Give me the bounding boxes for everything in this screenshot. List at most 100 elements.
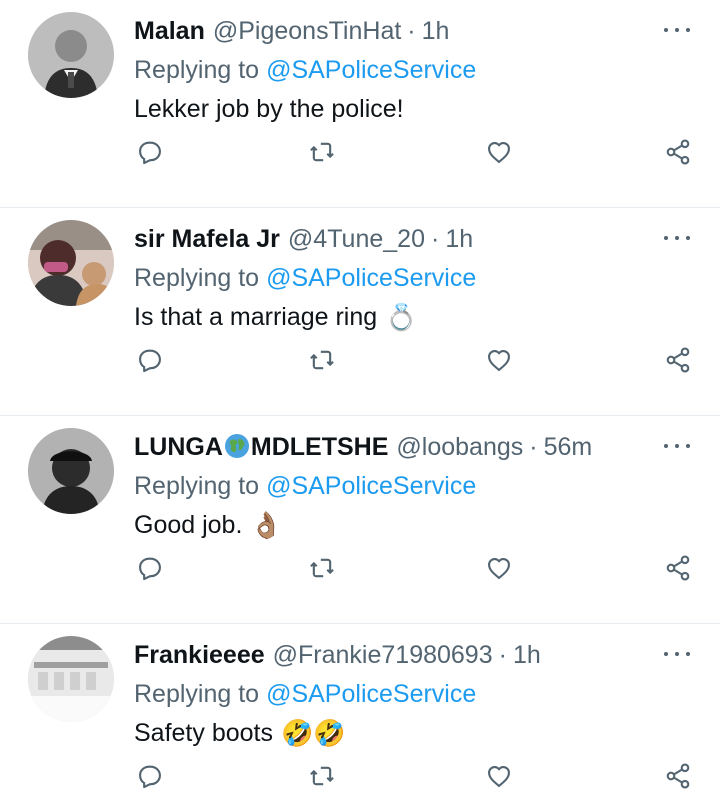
user-handle[interactable]: @Frankie71980693 (273, 641, 493, 670)
retweet-icon (310, 558, 334, 578)
replying-to-label: Replying to (134, 471, 260, 500)
share-button[interactable] (656, 338, 700, 382)
reply-icon (139, 557, 161, 581)
replying-to-link[interactable]: @SAPoliceService (266, 56, 476, 85)
replying-to-link[interactable]: @SAPoliceService (266, 472, 476, 501)
user-handle[interactable]: @4Tune_20 (288, 225, 425, 254)
tweet-header: Malan @PigeonsTinHat · 1h (134, 12, 700, 50)
share-icon (666, 763, 690, 789)
tweet-text-line: Good job. 👌🏽 (134, 506, 700, 544)
retweet-button[interactable] (300, 754, 344, 798)
globe-icon (224, 433, 250, 459)
replying-to-link[interactable]: @SAPoliceService (266, 264, 476, 293)
more-icon-dot (675, 444, 679, 448)
more-icon-dot (686, 28, 690, 32)
retweet-button[interactable] (300, 338, 344, 382)
retweet-icon (310, 766, 334, 786)
replying-to-link[interactable]: @SAPoliceService (266, 680, 476, 709)
avatar[interactable] (28, 428, 114, 514)
heart-icon (488, 765, 510, 787)
more-icon-dot (686, 652, 690, 656)
tweet-text: Is that a marriage ring (134, 302, 378, 331)
timestamp[interactable]: 56m (544, 433, 593, 462)
timestamp[interactable]: 1h (445, 225, 473, 254)
heart-icon (488, 141, 510, 163)
reply-icon (139, 349, 161, 373)
avatar[interactable] (28, 12, 114, 98)
share-button[interactable] (656, 754, 700, 798)
avatar[interactable] (28, 636, 114, 722)
reply-feed: Malan @PigeonsTinHat · 1h Replying to @S… (0, 0, 720, 806)
tweet-header: sir Mafela Jr @4Tune_20 · 1h (134, 220, 700, 258)
more-icon-dot (686, 236, 690, 240)
heart-icon (488, 349, 510, 371)
tweet-content: LUNGA MDLETSHE @loobangs · 56m Replying … (134, 428, 700, 544)
retweet-button[interactable] (300, 130, 344, 174)
display-name[interactable]: sir Mafela Jr (134, 225, 280, 254)
display-name-second[interactable]: MDLETSHE (251, 433, 389, 462)
more-icon-dot (664, 652, 668, 656)
more-icon-dot (664, 444, 668, 448)
share-button[interactable] (656, 546, 700, 590)
tweet-content: Malan @PigeonsTinHat · 1h Replying to @S… (134, 12, 700, 128)
tweet-content: sir Mafela Jr @4Tune_20 · 1h Replying to… (134, 220, 700, 336)
more-icon-dot (664, 236, 668, 240)
display-name-first[interactable]: LUNGA (134, 433, 223, 462)
like-button[interactable] (477, 754, 521, 798)
tweet-text-line: Safety boots 🤣🤣 (134, 714, 700, 752)
user-handle[interactable]: @loobangs (396, 433, 523, 462)
replying-to-label: Replying to (134, 55, 260, 84)
tweet-header: Frankieeee @Frankie71980693 · 1h (134, 636, 700, 674)
more-options-button[interactable] (664, 436, 690, 456)
retweet-button[interactable] (300, 546, 344, 590)
tweet-text: Lekker job by the police! (134, 94, 404, 123)
tweet-text: Safety boots (134, 718, 273, 747)
separator: · (407, 16, 416, 45)
reply-button[interactable] (128, 546, 172, 590)
more-options-button[interactable] (664, 228, 690, 248)
avatar[interactable] (28, 220, 114, 306)
share-icon (666, 139, 690, 165)
retweet-icon (310, 350, 334, 370)
more-icon-dot (686, 444, 690, 448)
reply-tweet[interactable]: Malan @PigeonsTinHat · 1h Replying to @S… (0, 0, 720, 208)
more-icon-dot (675, 28, 679, 32)
reply-tweet[interactable]: Frankieeee @Frankie71980693 · 1h Replyin… (0, 624, 720, 806)
tweet-text-line: Is that a marriage ring 💍 (134, 298, 700, 336)
tweet-header: LUNGA MDLETSHE @loobangs · 56m (134, 428, 700, 466)
tweet-text-line: Lekker job by the police! (134, 90, 700, 128)
reply-button[interactable] (128, 754, 172, 798)
reply-tweet[interactable]: sir Mafela Jr @4Tune_20 · 1h Replying to… (0, 208, 720, 416)
more-options-button[interactable] (664, 644, 690, 664)
tweet-actions (134, 754, 700, 798)
replying-to-line: Replying to @SAPoliceService (134, 259, 700, 297)
replying-to-line: Replying to @SAPoliceService (134, 51, 700, 89)
like-button[interactable] (477, 130, 521, 174)
more-icon-dot (664, 28, 668, 32)
tweet-actions (134, 130, 700, 174)
timestamp[interactable]: 1h (513, 641, 541, 670)
share-button[interactable] (656, 130, 700, 174)
heart-icon (488, 557, 510, 579)
reply-button[interactable] (128, 130, 172, 174)
reply-tweet[interactable]: LUNGA MDLETSHE @loobangs · 56m Replying … (0, 416, 720, 624)
more-icon-dot (675, 652, 679, 656)
share-icon (666, 555, 690, 581)
like-button[interactable] (477, 338, 521, 382)
display-name[interactable]: Malan (134, 17, 205, 46)
like-button[interactable] (477, 546, 521, 590)
replying-to-label: Replying to (134, 679, 260, 708)
separator: · (498, 640, 507, 669)
more-options-button[interactable] (664, 20, 690, 40)
display-name[interactable]: Frankieeee (134, 641, 265, 670)
laughing-emoji: 🤣🤣 (280, 718, 346, 748)
reply-button[interactable] (128, 338, 172, 382)
tweet-actions (134, 338, 700, 382)
timestamp[interactable]: 1h (422, 17, 450, 46)
separator: · (529, 432, 538, 461)
user-handle[interactable]: @PigeonsTinHat (213, 17, 401, 46)
ring-emoji: 💍 (385, 302, 418, 332)
reply-icon (139, 765, 161, 789)
share-icon (666, 347, 690, 373)
tweet-text: Good job. (134, 510, 243, 539)
